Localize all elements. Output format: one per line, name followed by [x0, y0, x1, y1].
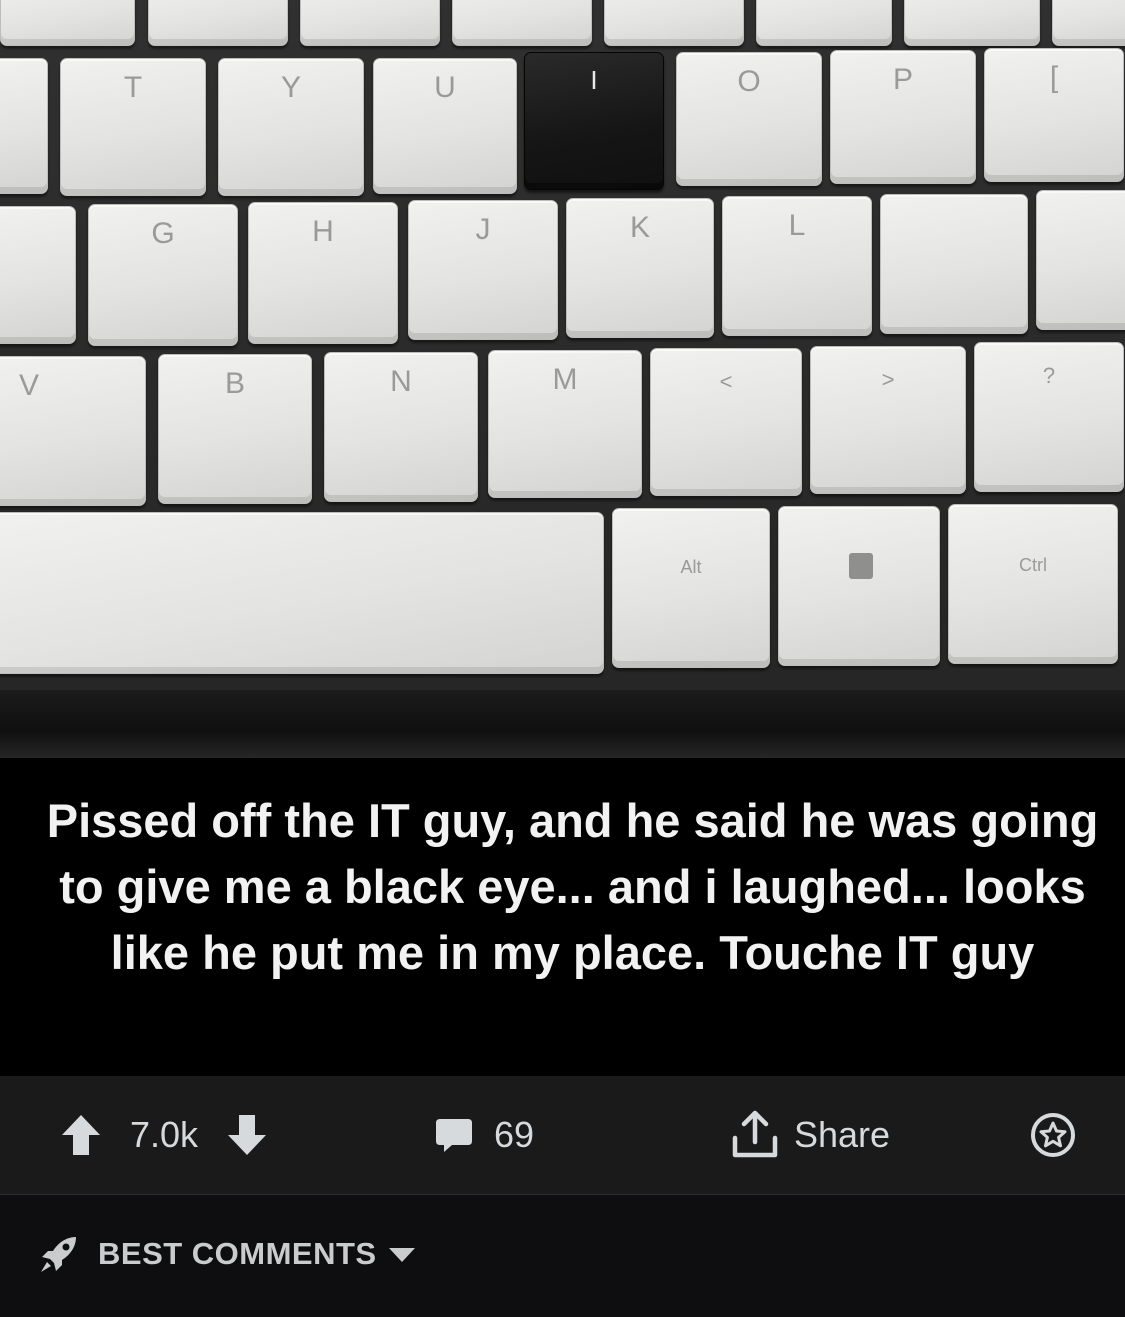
key-legend: < — [719, 369, 733, 394]
arrow-up-icon[interactable] — [60, 1113, 102, 1157]
keyboard-key-menu — [778, 506, 940, 666]
keyboard-key-k: K — [566, 198, 714, 338]
keyboard-key-h: H — [248, 202, 398, 344]
award-star-icon — [1030, 1112, 1076, 1158]
keyboard-key — [0, 58, 48, 194]
keyboard-key — [148, 0, 288, 46]
keyboard-key-o: O — [676, 52, 822, 186]
vote-group: 7.0k — [60, 1076, 268, 1194]
key-legend: Ctrl — [1019, 555, 1047, 575]
keyboard-key-v: V — [0, 356, 146, 506]
comments-button[interactable]: 69 — [434, 1076, 534, 1194]
key-legend: I — [590, 65, 598, 95]
keyboard-key — [756, 0, 892, 46]
post-caption: Pissed off the IT guy, and he said he wa… — [0, 758, 1125, 1076]
key-legend: N — [390, 365, 412, 398]
key-legend: L — [788, 209, 806, 242]
keyboard-key-p: P — [830, 50, 976, 184]
keyboard-key-y: Y — [218, 58, 364, 196]
key-legend: B — [224, 367, 245, 400]
keyboard-key-i-black: I — [524, 52, 664, 190]
key-legend: U — [434, 71, 456, 104]
share-upload-icon — [730, 1110, 780, 1160]
keyboard-key-t: T — [60, 58, 206, 196]
keyboard-key — [0, 206, 76, 344]
arrow-down-icon[interactable] — [226, 1113, 268, 1157]
key-legend: Alt — [680, 557, 702, 577]
menu-key-icon — [849, 553, 873, 579]
caption-text: Pissed off the IT guy, and he said he wa… — [46, 794, 1099, 979]
key-legend: ? — [1042, 363, 1056, 388]
keyboard-key-u: U — [373, 58, 517, 194]
keyboard-key — [604, 0, 744, 46]
key-legend: P — [892, 63, 913, 96]
key-legend: > — [881, 367, 895, 392]
key-legend: J — [475, 213, 491, 246]
keyboard-key — [452, 0, 592, 46]
caret-down-icon — [387, 1236, 417, 1272]
keyboard-key-ctrl: Ctrl — [948, 504, 1118, 664]
key-legend: T — [123, 71, 143, 104]
keyboard-key-b: B — [158, 354, 312, 504]
keyboard-key-alt: Alt — [612, 508, 770, 668]
key-legend: O — [737, 65, 761, 98]
keyboard-key-period: > — [810, 346, 966, 494]
key-legend: G — [151, 217, 175, 250]
key-legend: H — [312, 215, 334, 248]
keyboard-key-n: N — [324, 352, 478, 502]
keyboard-key — [1052, 0, 1125, 46]
key-legend: [ — [1049, 61, 1059, 94]
keyboard-bezel — [0, 690, 1125, 758]
sort-label: BEST COMMENTS — [98, 1236, 377, 1271]
keyboard-key-slash: ? — [974, 342, 1124, 492]
keyboard-key — [904, 0, 1040, 46]
comment-sort-bar: BEST COMMENTS — [0, 1195, 1125, 1317]
keyboard-key-quote — [1036, 190, 1125, 330]
key-legend: M — [552, 363, 578, 396]
keyboard-body: T Y U I O P [ G H J K L V B N M < > ? Al… — [0, 0, 1125, 690]
keyboard-key-semicolon — [880, 194, 1028, 334]
comment-sort-selector[interactable]: BEST COMMENTS — [38, 1233, 417, 1275]
post-image[interactable]: T Y U I O P [ G H J K L V B N M < > ? Al… — [0, 0, 1125, 758]
share-label: Share — [794, 1114, 891, 1155]
vote-count: 7.0k — [130, 1114, 199, 1155]
keyboard-key-l: L — [722, 196, 872, 336]
comment-count: 69 — [494, 1114, 535, 1155]
post-action-bar: 7.0k 69 Share — [0, 1076, 1125, 1195]
keyboard-key-bracket: [ — [984, 48, 1124, 182]
keyboard-key — [0, 0, 135, 46]
rocket-icon — [38, 1233, 80, 1275]
key-legend: V — [19, 369, 40, 402]
keyboard-key-comma: < — [650, 348, 802, 496]
keyboard-key-j: J — [408, 200, 558, 340]
keyboard-key-g: G — [88, 204, 238, 346]
comment-bubble-icon — [434, 1115, 474, 1155]
key-legend: K — [629, 211, 650, 244]
share-button[interactable]: Share — [730, 1076, 890, 1194]
keyboard-key — [300, 0, 440, 46]
key-legend: Y — [280, 71, 301, 104]
post-view: T Y U I O P [ G H J K L V B N M < > ? Al… — [0, 0, 1125, 1317]
keyboard-key-m: M — [488, 350, 642, 498]
award-button[interactable] — [1030, 1076, 1076, 1194]
keyboard-key-spacebar — [0, 512, 604, 674]
